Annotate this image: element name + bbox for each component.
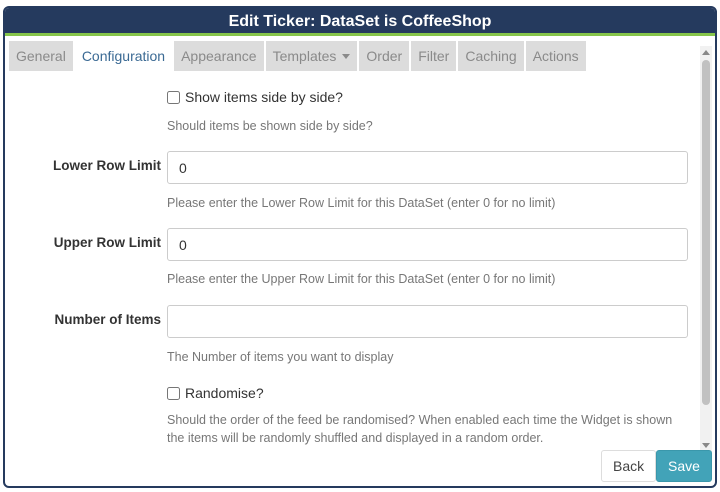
tab-configuration[interactable]: Configuration: [74, 41, 173, 71]
save-button[interactable]: Save: [656, 450, 712, 482]
randomise-help-line-2: the items will be randomly shuffled and …: [167, 431, 544, 445]
lower-row-limit-input[interactable]: [167, 151, 688, 184]
tab-templates[interactable]: Templates: [265, 41, 358, 71]
upper-row-limit-help: Please enter the Upper Row Limit for thi…: [167, 272, 556, 286]
randomise-row[interactable]: Randomise?: [167, 385, 264, 401]
tab-order[interactable]: Order: [359, 41, 410, 71]
scroll-down-arrow-icon[interactable]: [702, 443, 710, 448]
edit-ticker-dialog: Edit Ticker: DataSet is CoffeeShop Gener…: [3, 6, 717, 488]
lower-row-limit-label: Lower Row Limit: [53, 158, 161, 173]
randomise-help: Should the order of the feed be randomis…: [167, 411, 672, 447]
tab-appearance[interactable]: Appearance: [174, 41, 264, 71]
tab-label: Actions: [532, 48, 579, 64]
vertical-scrollbar[interactable]: [700, 46, 712, 452]
randomise-help-line-1: Should the order of the feed be randomis…: [167, 413, 673, 427]
randomise-label: Randomise?: [185, 385, 264, 401]
number-of-items-label: Number of Items: [54, 312, 161, 327]
tab-label: Appearance: [181, 48, 257, 64]
tab-filter[interactable]: Filter: [411, 41, 457, 71]
dialog-title: Edit Ticker: DataSet is CoffeeShop: [5, 8, 715, 36]
side-by-side-label: Show items side by side?: [185, 89, 343, 105]
caret-down-icon: [342, 54, 351, 59]
randomise-checkbox[interactable]: [167, 386, 180, 400]
scrollbar-thumb[interactable]: [702, 60, 710, 405]
tab-actions[interactable]: Actions: [525, 41, 586, 71]
configuration-panel: Show items side by side? Should items be…: [5, 71, 701, 451]
tab-label: Templates: [272, 48, 337, 64]
number-of-items-help: The Number of items you want to display: [167, 350, 394, 364]
tab-bar: General Configuration Appearance Templat…: [9, 41, 588, 71]
upper-row-limit-input[interactable]: [167, 228, 688, 261]
tab-label: Filter: [418, 48, 450, 64]
number-of-items-input[interactable]: [167, 305, 688, 338]
side-by-side-help: Should items be shown side by side?: [167, 119, 373, 133]
lower-row-limit-help: Please enter the Lower Row Limit for thi…: [167, 196, 556, 210]
tab-label: Caching: [465, 48, 517, 64]
tab-label: General: [16, 48, 66, 64]
scroll-up-arrow-icon[interactable]: [702, 50, 710, 55]
upper-row-limit-label: Upper Row Limit: [53, 235, 161, 250]
tab-label: Order: [366, 48, 403, 64]
tab-caching[interactable]: Caching: [458, 41, 524, 71]
tab-general[interactable]: General: [9, 41, 73, 71]
side-by-side-checkbox[interactable]: [167, 90, 180, 104]
side-by-side-row[interactable]: Show items side by side?: [167, 89, 343, 105]
tab-label: Configuration: [81, 48, 166, 64]
back-button[interactable]: Back: [601, 450, 657, 482]
